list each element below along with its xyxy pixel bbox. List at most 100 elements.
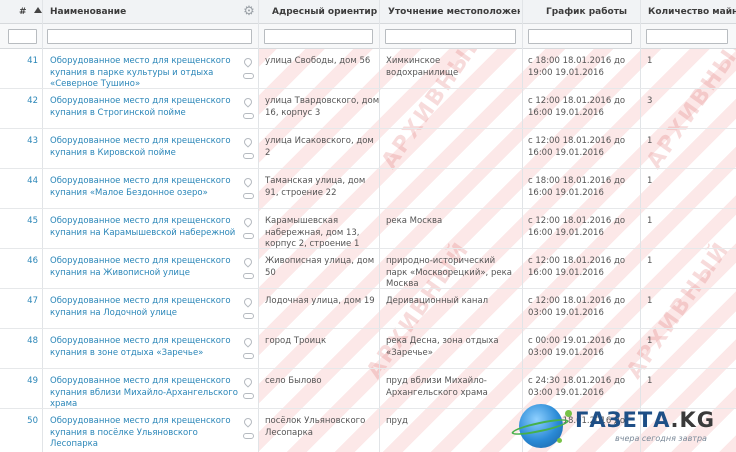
row-number[interactable]: 50 [0, 416, 38, 428]
row-qty: 1 [647, 56, 653, 66]
row-spec: Деривационный канал [386, 296, 489, 306]
row-address: посёлок Ульяновского Лесопарка [265, 416, 366, 438]
logo-wordmark: ГАЗЕТА.KG [575, 408, 715, 432]
column-header-spec[interactable]: Уточнение местоположен... [388, 0, 520, 24]
map-pin-icon[interactable] [242, 416, 254, 428]
row-schedule: с 12:00 18.01.2016 до 16:00 19.01.2016 [528, 136, 626, 158]
table-row[interactable]: 45 Оборудованное место для крещенского к… [0, 209, 736, 249]
data-grid: АРХИВНЫЙ АРХИВНЫЙ АРХИВНЫЙ АРХИВНЫЙ # На… [0, 0, 736, 452]
row-qty: 1 [647, 256, 653, 266]
row-schedule: с 12:00 18.01.2016 до 03:00 19.01.2016 [528, 296, 626, 318]
row-number[interactable]: 44 [0, 176, 38, 188]
row-qty: 3 [647, 96, 653, 106]
column-header-address[interactable]: Адресный ориентир [272, 0, 377, 24]
row-qty: 1 [647, 376, 653, 386]
logo-tld: .KG [670, 408, 715, 432]
row-spec: пруд вблизи Михайло-Архангельского храма [386, 376, 488, 398]
row-name-link[interactable]: Оборудованное место для крещенского купа… [50, 176, 240, 199]
row-name-link[interactable]: Оборудованное место для крещенского купа… [50, 296, 240, 319]
table-header: # Наименование ⚙ Адресный ориентир Уточн… [0, 0, 736, 24]
row-number[interactable]: 46 [0, 256, 38, 268]
row-schedule: с 18:00 18.01.2016 до 19:00 19.01.2016 [528, 56, 626, 78]
row-number[interactable]: 41 [0, 56, 38, 68]
link-icon[interactable] [243, 433, 254, 439]
filter-input-spec[interactable] [385, 29, 516, 44]
row-schedule: с 24:30 18.01.2016 до 03:00 19.01.2016 [528, 376, 626, 398]
row-number[interactable]: 43 [0, 136, 38, 148]
row-qty: 1 [647, 136, 653, 146]
link-icon[interactable] [243, 153, 254, 159]
row-schedule: с 00:00 19.01.2016 до 03:00 19.01.2016 [528, 336, 626, 358]
row-address: село Былово [265, 376, 322, 386]
sort-asc-icon[interactable] [34, 7, 42, 13]
row-qty: 1 [647, 296, 653, 306]
row-name-link[interactable]: Оборудованное место для крещенского купа… [50, 56, 240, 91]
link-icon[interactable] [243, 233, 254, 239]
link-icon[interactable] [243, 313, 254, 319]
row-name-link[interactable]: Оборудованное место для крещенского купа… [50, 136, 240, 159]
table-row[interactable]: 47 Оборудованное место для крещенского к… [0, 289, 736, 329]
row-schedule: с 12:00 18.01.2016 до 16:00 19.01.2016 [528, 96, 626, 118]
column-header-num[interactable]: # [19, 0, 27, 24]
orbit-dot [557, 438, 562, 443]
link-icon[interactable] [243, 193, 254, 199]
row-number[interactable]: 47 [0, 296, 38, 308]
row-address: Живописная улица, дом 50 [265, 256, 375, 278]
row-name-link[interactable]: Оборудованное место для крещенского купа… [50, 376, 240, 411]
row-schedule: с 12:00 18.01.2016 до 16:00 19.01.2016 [528, 216, 626, 238]
filter-input-num[interactable] [8, 29, 37, 44]
row-name-link[interactable]: Оборудованное место для крещенского купа… [50, 336, 240, 359]
row-address: Карамышевская набережная, дом 13, корпус… [265, 216, 360, 249]
table-row[interactable]: 43 Оборудованное место для крещенского к… [0, 129, 736, 169]
map-pin-icon[interactable] [242, 296, 254, 308]
row-address: улица Твардовского, дом 16, корпус 3 [265, 96, 380, 118]
table-row[interactable]: 41 Оборудованное место для крещенского к… [0, 49, 736, 89]
row-name-link[interactable]: Оборудованное место для крещенского купа… [50, 96, 240, 119]
map-pin-icon[interactable] [242, 136, 254, 148]
row-number[interactable]: 42 [0, 96, 38, 108]
table-row[interactable]: 42 Оборудованное место для крещенского к… [0, 89, 736, 129]
map-pin-icon[interactable] [242, 216, 254, 228]
row-spec: Химкинское водохранилище [386, 56, 459, 78]
row-address: улица Исаковского, дом 2 [265, 136, 374, 158]
row-address: Лодочная улица, дом 19 [265, 296, 375, 306]
row-spec: пруд [386, 416, 408, 426]
map-pin-icon[interactable] [242, 96, 254, 108]
column-header-qty[interactable]: Количество майн [648, 0, 736, 24]
row-number[interactable]: 48 [0, 336, 38, 348]
filter-input-schedule[interactable] [528, 29, 632, 44]
table-row[interactable]: 46 Оборудованное место для крещенского к… [0, 249, 736, 289]
link-icon[interactable] [243, 393, 254, 399]
map-pin-icon[interactable] [242, 256, 254, 268]
filter-input-qty[interactable] [646, 29, 728, 44]
logo-tagline: вчера сегодня завтра [615, 434, 707, 443]
column-header-schedule[interactable]: График работы [546, 0, 627, 24]
link-icon[interactable] [243, 273, 254, 279]
filter-input-name[interactable] [47, 29, 252, 44]
row-address: Таманская улица, дом 91, строение 22 [265, 176, 366, 198]
table-row[interactable]: 48 Оборудованное место для крещенского к… [0, 329, 736, 369]
gear-icon[interactable]: ⚙ [242, 5, 256, 19]
row-spec: природно-исторический парк «Москворецкий… [386, 256, 512, 289]
publisher-logo: ГАЗЕТА.KG вчера сегодня завтра [510, 398, 736, 452]
row-number[interactable]: 45 [0, 216, 38, 228]
link-icon[interactable] [243, 73, 254, 79]
row-spec: река Москва [386, 216, 443, 226]
table-row[interactable]: 44 Оборудованное место для крещенского к… [0, 169, 736, 209]
map-pin-icon[interactable] [242, 176, 254, 188]
filter-input-address[interactable] [264, 29, 373, 44]
link-icon[interactable] [243, 113, 254, 119]
column-header-name[interactable]: Наименование [50, 0, 126, 24]
map-pin-icon[interactable] [242, 336, 254, 348]
link-icon[interactable] [243, 353, 254, 359]
map-pin-icon[interactable] [242, 56, 254, 68]
row-schedule: с 12:00 18.01.2016 до 16:00 19.01.2016 [528, 256, 626, 278]
row-name-link[interactable]: Оборудованное место для крещенского купа… [50, 216, 240, 239]
row-name-link[interactable]: Оборудованное место для крещенского купа… [50, 416, 240, 451]
row-schedule: с 18:00 18.01.2016 до 16:00 19.01.2016 [528, 176, 626, 198]
map-pin-icon[interactable] [242, 376, 254, 388]
row-address: улица Свободы, дом 56 [265, 56, 371, 66]
row-qty: 1 [647, 176, 653, 186]
row-number[interactable]: 49 [0, 376, 38, 388]
row-name-link[interactable]: Оборудованное место для крещенского купа… [50, 256, 240, 279]
